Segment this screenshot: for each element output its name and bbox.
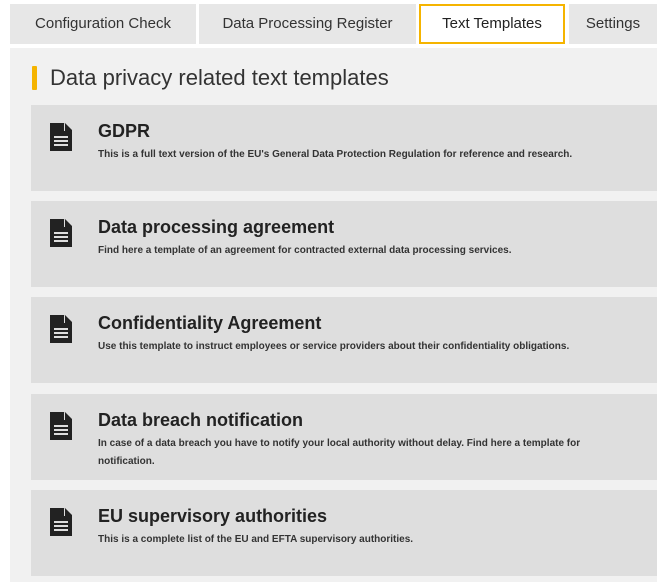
template-title: Data processing agreement xyxy=(98,217,335,237)
page-title: Data privacy related text templates xyxy=(50,65,389,90)
template-card-eu-supervisory-authorities[interactable]: EU supervisory authorities This is a com… xyxy=(31,490,657,576)
tab-text-templates[interactable]: Text Templates xyxy=(419,4,565,44)
template-title: Data breach notification xyxy=(98,410,304,430)
template-description: In case of a data breach you have to not… xyxy=(98,438,581,467)
template-description: Find here a template of an agreement for… xyxy=(98,245,512,256)
tab-configuration-check[interactable]: Configuration Check xyxy=(10,4,196,44)
template-title: Confidentiality Agreement xyxy=(98,313,322,333)
document-icon xyxy=(50,315,72,343)
document-icon xyxy=(50,123,72,151)
template-title: EU supervisory authorities xyxy=(98,506,328,526)
template-title: GDPR xyxy=(98,121,151,141)
text-templates-panel: Data privacy related text templates GDPR… xyxy=(10,48,657,582)
template-card-gdpr[interactable]: GDPR This is a full text version of the … xyxy=(31,105,657,191)
template-description: Use this template to instruct employees … xyxy=(98,341,570,352)
page-heading: Data privacy related text templates xyxy=(32,64,389,92)
tab-settings[interactable]: Settings xyxy=(569,4,657,44)
template-card-data-processing-agreement[interactable]: Data processing agreement Find here a te… xyxy=(31,201,657,287)
template-description: This is a complete list of the EU and EF… xyxy=(98,534,414,545)
template-card-confidentiality-agreement[interactable]: Confidentiality Agreement Use this templ… xyxy=(31,297,657,383)
heading-accent-bar xyxy=(32,66,37,90)
tab-data-processing-register[interactable]: Data Processing Register xyxy=(199,4,416,44)
document-icon xyxy=(50,508,72,536)
document-icon xyxy=(50,412,72,440)
tab-bar: Configuration Check Data Processing Regi… xyxy=(0,0,657,48)
template-card-data-breach-notification[interactable]: Data breach notification In case of a da… xyxy=(31,394,657,480)
document-icon xyxy=(50,219,72,247)
template-description: This is a full text version of the EU's … xyxy=(98,149,573,160)
